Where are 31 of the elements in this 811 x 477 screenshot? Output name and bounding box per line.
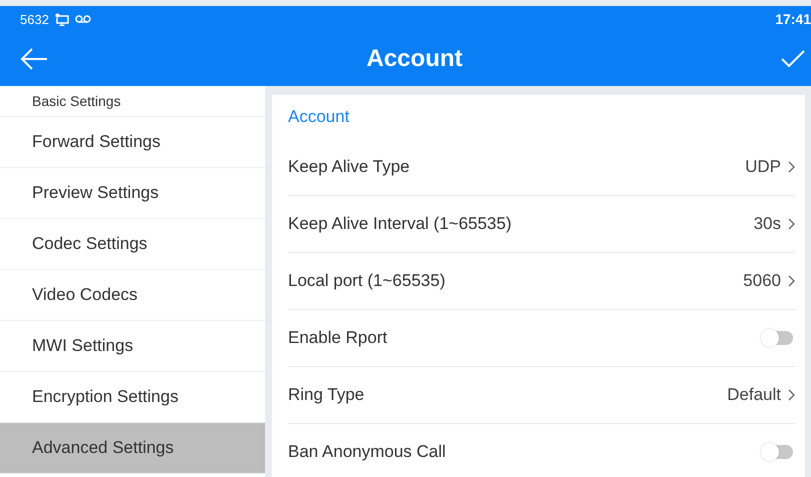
chevron-right-icon <box>788 161 795 173</box>
checkmark-icon[interactable] <box>781 50 805 68</box>
clock-time: 17:41 <box>775 11 811 27</box>
sidebar-item[interactable]: MWI Settings <box>0 321 265 372</box>
setting-value[interactable]: 5060 <box>743 271 781 291</box>
sidebar-item[interactable]: Advanced Settings <box>0 423 265 474</box>
section-title: Account <box>288 106 350 128</box>
setting-label: Keep Alive Type <box>288 157 411 177</box>
sidebar-item[interactable]: Basic Settings <box>0 86 265 117</box>
extension-number: 5632 <box>20 12 49 26</box>
setting-value[interactable]: Default <box>727 385 781 405</box>
sidebar-item[interactable]: Video Codecs <box>0 270 265 321</box>
toggle-switch[interactable] <box>763 331 793 345</box>
setting-value[interactable]: UDP <box>745 157 781 177</box>
toggle-switch[interactable] <box>763 445 793 459</box>
chevron-right-icon <box>788 389 795 401</box>
setting-label: Enable Rport <box>288 328 388 348</box>
setting-label: Keep Alive Interval (1~65535) <box>288 214 513 234</box>
page-title: Account <box>366 45 462 73</box>
chevron-right-icon <box>788 218 795 230</box>
setting-label: Ban Anonymous Call <box>288 442 447 462</box>
chevron-right-icon <box>788 275 795 287</box>
back-arrow-icon[interactable] <box>20 48 48 70</box>
sidebar-item[interactable]: Forward Settings <box>0 117 265 168</box>
setting-label: Ring Type <box>288 385 366 405</box>
sidebar-item[interactable]: Codec Settings <box>0 219 265 270</box>
setting-label: Local port (1~65535) <box>288 271 446 291</box>
sidebar-item[interactable]: Preview Settings <box>0 168 265 219</box>
setting-value[interactable]: 30s <box>754 214 781 234</box>
voicemail-icon <box>74 15 91 23</box>
network-icon <box>54 12 69 26</box>
